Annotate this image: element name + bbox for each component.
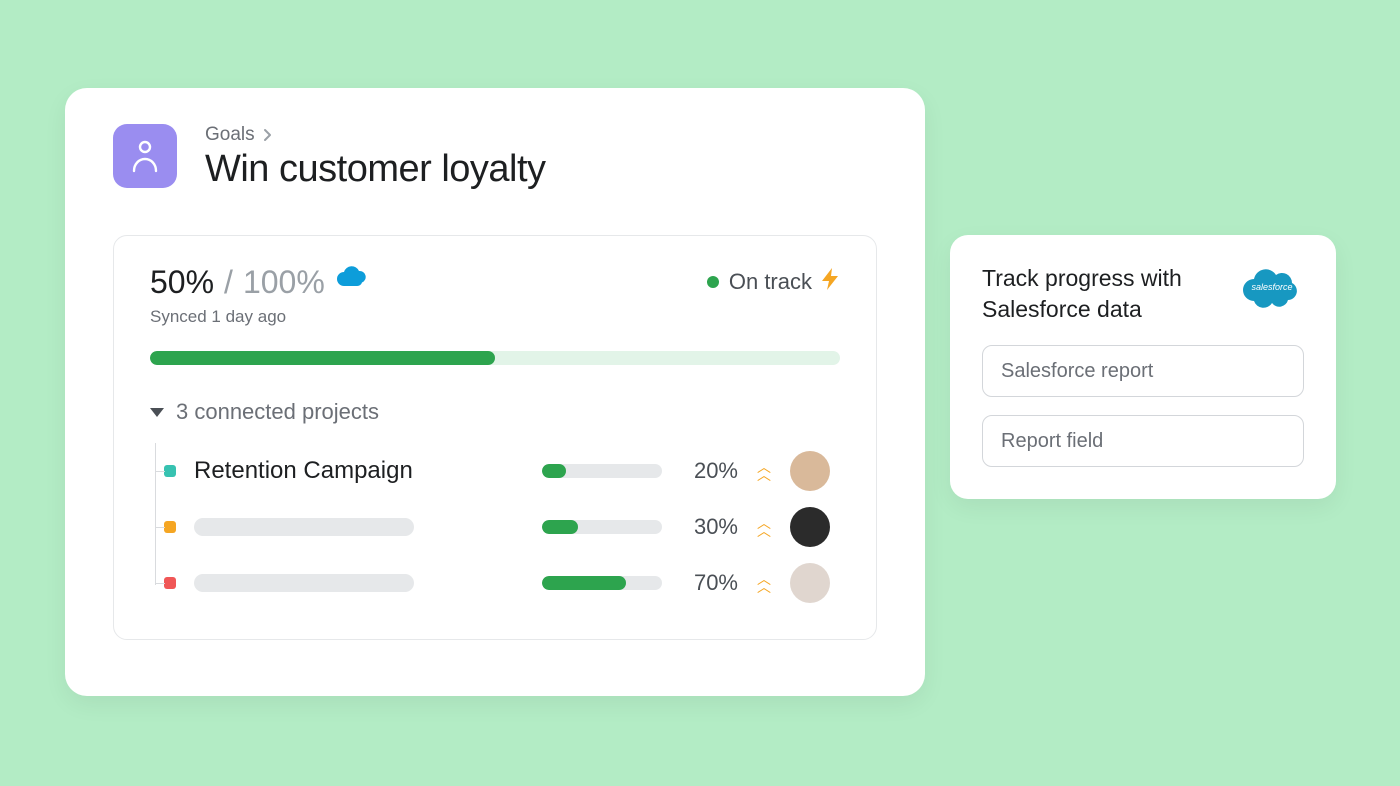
project-progress-bar — [542, 520, 662, 534]
project-status-dot — [164, 577, 176, 589]
breadcrumb-goals[interactable]: Goals — [205, 124, 255, 146]
avatar[interactable] — [790, 563, 830, 603]
project-status-dot — [164, 465, 176, 477]
connected-projects-toggle[interactable]: 3 connected projects — [150, 399, 840, 425]
projects-list: Retention Campaign 20% ︿︿ 30% ︿︿ — [150, 443, 840, 611]
progress-target: 100% — [243, 264, 325, 301]
input-placeholder: Salesforce report — [1001, 360, 1153, 383]
project-row[interactable]: 30% ︿︿ — [164, 499, 840, 555]
goal-card: Goals Win customer loyalty 50% / 100% — [65, 88, 925, 696]
goal-header: Goals Win customer loyalty — [113, 124, 877, 191]
salesforce-report-input[interactable]: Salesforce report — [982, 345, 1304, 397]
project-row[interactable]: Retention Campaign 20% ︿︿ — [164, 443, 840, 499]
trend-up-icon: ︿︿ — [756, 463, 772, 479]
progress-current: 50% — [150, 264, 214, 301]
status-label: On track — [729, 269, 812, 295]
report-field-input[interactable]: Report field — [982, 415, 1304, 467]
status-dot-icon — [707, 276, 719, 288]
project-status-dot — [164, 521, 176, 533]
input-placeholder: Report field — [1001, 430, 1103, 453]
salesforce-logo-icon: salesforce — [1240, 263, 1304, 314]
person-icon — [130, 138, 160, 174]
breadcrumb[interactable]: Goals — [205, 124, 546, 146]
overall-progress-fill — [150, 351, 495, 365]
synced-text: Synced 1 day ago — [150, 307, 369, 327]
goal-app-icon — [113, 124, 177, 188]
project-percent: 30% — [680, 514, 738, 540]
project-name-placeholder — [194, 518, 414, 536]
connected-projects-label: 3 connected projects — [176, 399, 379, 425]
progress-value: 50% / 100% — [150, 264, 369, 301]
page-title: Win customer loyalty — [205, 148, 546, 191]
project-percent: 20% — [680, 458, 738, 484]
project-name: Retention Campaign — [194, 457, 524, 485]
project-progress-bar — [542, 464, 662, 478]
status-badge: On track — [707, 268, 840, 296]
project-row[interactable]: 70% ︿︿ — [164, 555, 840, 611]
progress-sep: / — [224, 264, 233, 301]
overall-progress-bar — [150, 351, 840, 365]
svg-text:salesforce: salesforce — [1251, 282, 1292, 292]
project-name-placeholder — [194, 574, 414, 592]
tree-line — [155, 443, 156, 585]
avatar[interactable] — [790, 451, 830, 491]
chevron-right-icon — [263, 128, 272, 142]
caret-down-icon — [150, 408, 164, 417]
avatar[interactable] — [790, 507, 830, 547]
project-progress-bar — [542, 576, 662, 590]
lightning-icon — [822, 268, 840, 296]
cloud-icon — [335, 266, 369, 296]
trend-up-icon: ︿︿ — [756, 575, 772, 591]
project-percent: 70% — [680, 570, 738, 596]
salesforce-side-card: Track progress with Salesforce data sale… — [950, 235, 1336, 499]
side-card-title: Track progress with Salesforce data — [982, 263, 1224, 325]
progress-panel: 50% / 100% Synced 1 day ago On track — [113, 235, 877, 640]
trend-up-icon: ︿︿ — [756, 519, 772, 535]
